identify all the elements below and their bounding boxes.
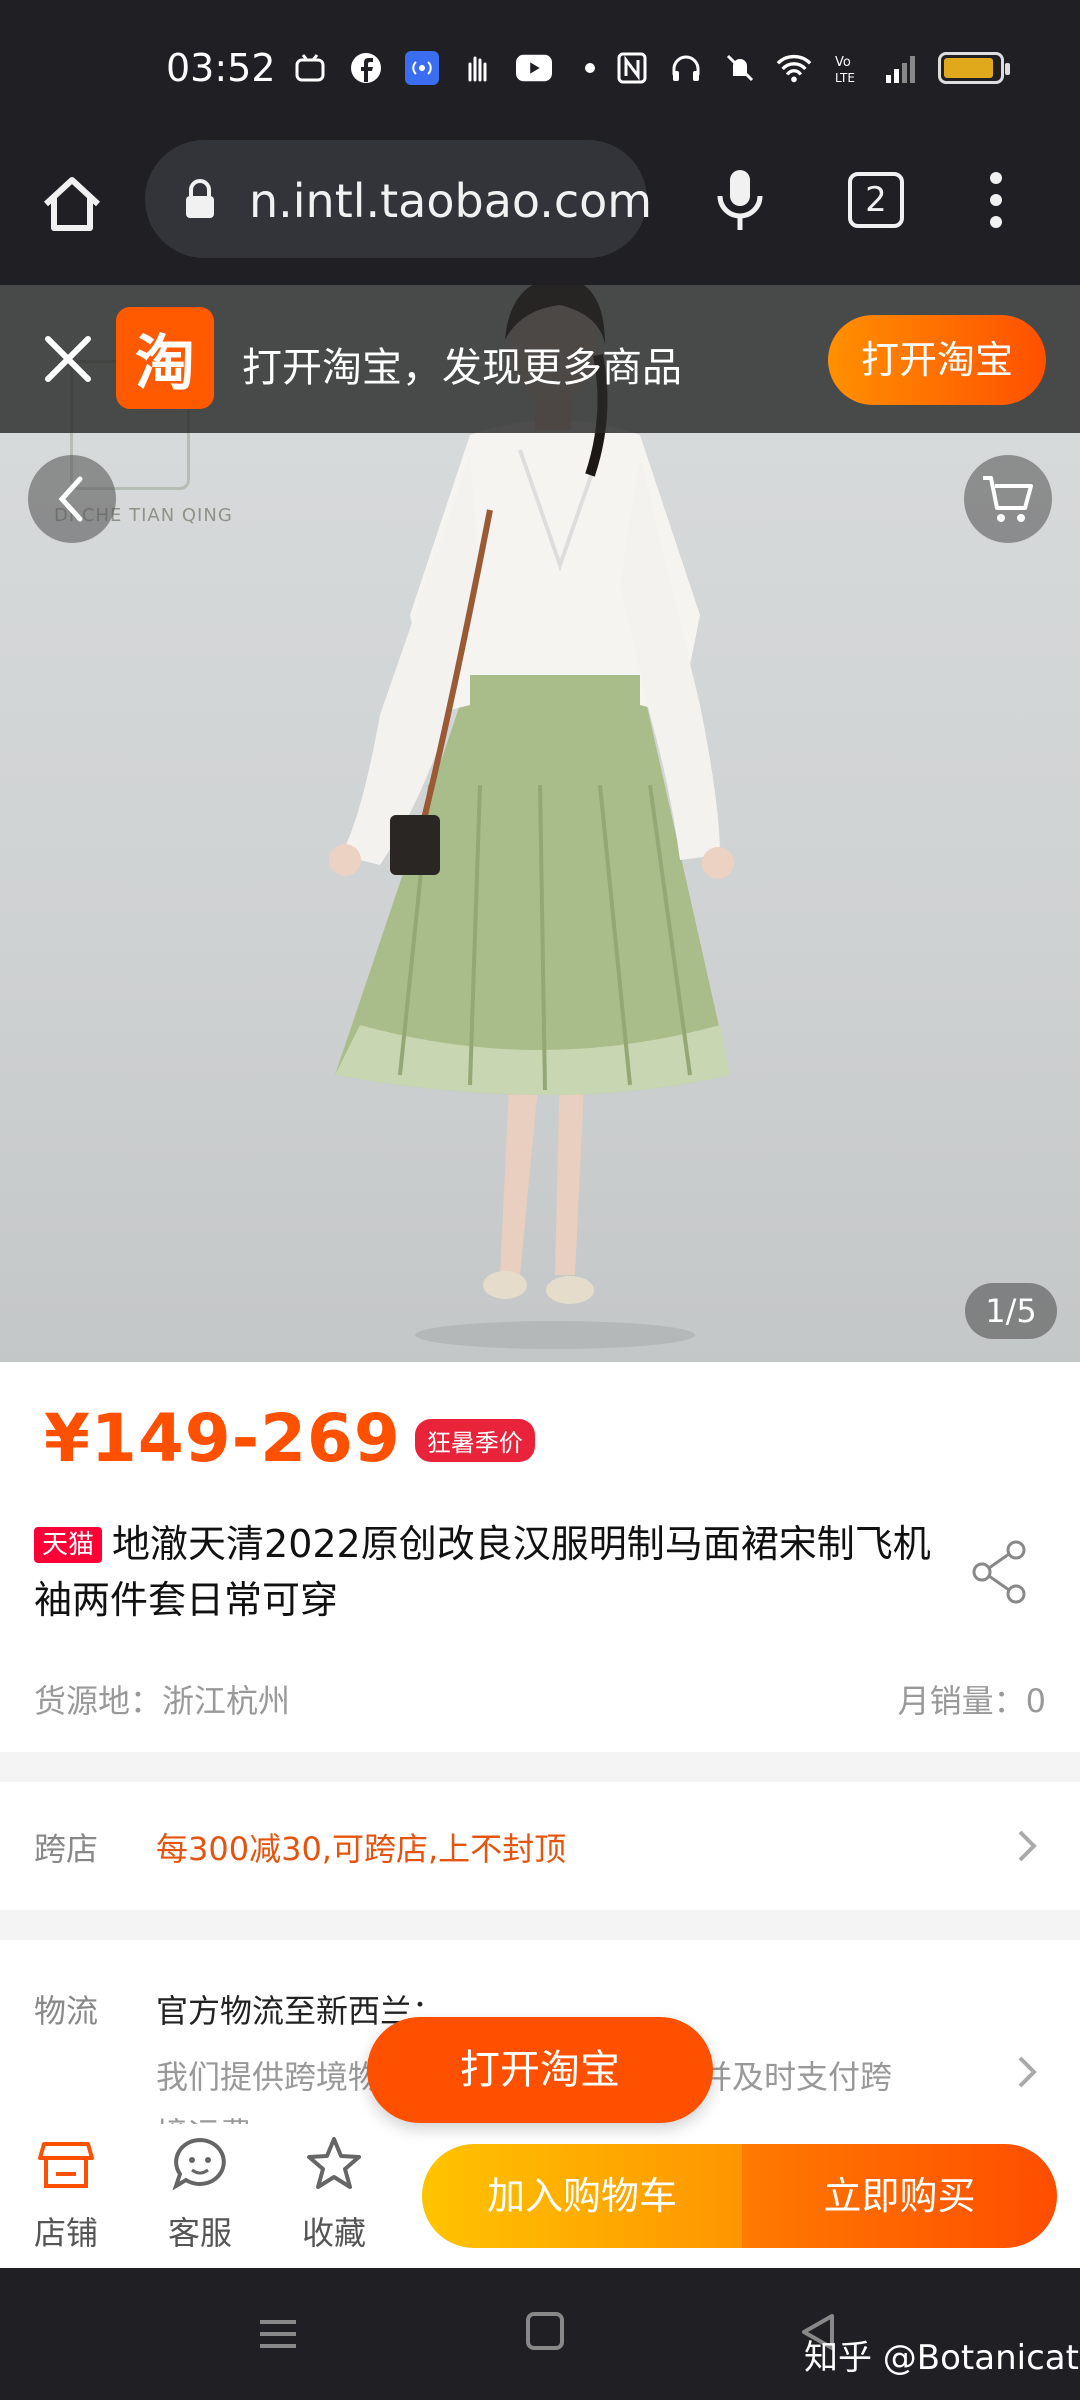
cart-button[interactable] <box>964 455 1052 543</box>
source-watermark: 知乎 @Botanicat <box>804 2338 1079 2378</box>
bottom-action-bar: 店铺 客服 收藏 加入购物车 立即购买 <box>0 2124 1080 2268</box>
back-button[interactable] <box>28 455 116 543</box>
microphone-icon[interactable] <box>712 168 768 232</box>
browser-toolbar: n.intl.taobao.com 2 <box>0 140 1080 285</box>
star-icon <box>307 2137 361 2189</box>
service-button[interactable]: 客服 <box>150 2134 250 2254</box>
taobao-logo: 淘 <box>116 307 214 409</box>
status-bar: 03:52 Vo LTE <box>0 0 1080 140</box>
open-app-banner: 淘 打开淘宝，发现更多商品 打开淘宝 <box>0 285 1080 433</box>
cart-icon <box>983 476 1033 522</box>
chat-icon <box>172 2137 226 2191</box>
product-title: 天猫 地澈天清2022原创改良汉服明制马面裙宋制飞机袖两件套日常可穿 <box>34 1516 954 1628</box>
floating-open-app-button[interactable]: 打开淘宝 <box>367 2017 713 2123</box>
svg-text:Vo: Vo <box>835 55 851 70</box>
product-title-text: 地澈天清2022原创改良汉服明制马面裙宋制飞机袖两件套日常可穿 <box>34 1522 931 1622</box>
origin-text: 货源地：浙江杭州 <box>34 1682 291 1720</box>
price-row: ¥149-269 狂暑季价 <box>44 1400 535 1477</box>
chevron-right-icon <box>1018 1830 1037 1862</box>
add-to-cart-button[interactable]: 加入购物车 <box>422 2144 742 2248</box>
system-nav-bar: 知乎 @Botanicat <box>0 2268 1080 2400</box>
image-counter: 1/5 <box>965 1283 1057 1339</box>
price-badge: 狂暑季价 <box>414 1419 535 1462</box>
banner-open-app-button[interactable]: 打开淘宝 <box>828 315 1046 405</box>
youtube-icon <box>516 50 552 86</box>
recent-apps-icon[interactable] <box>258 2314 298 2354</box>
address-bar[interactable]: n.intl.taobao.com <box>145 140 652 258</box>
facebook-icon <box>348 50 384 86</box>
home-nav-icon[interactable] <box>526 2312 564 2350</box>
more-menu-icon[interactable] <box>984 170 1008 230</box>
buy-now-button[interactable]: 立即购买 <box>742 2144 1057 2248</box>
lock-icon <box>183 178 217 224</box>
monthly-sales: 月销量：0 <box>897 1682 1046 1720</box>
promotion-row[interactable]: 跨店 每300减30,可跨店,上不封顶 <box>0 1782 1080 1910</box>
promotion-label: 跨店 <box>34 1830 99 1868</box>
signal-icon <box>884 50 920 86</box>
chevron-right-icon[interactable] <box>1012 2052 1040 2092</box>
wifi-icon <box>776 50 812 86</box>
broadcast-icon <box>404 50 440 86</box>
banner-text: 打开淘宝，发现更多商品 <box>242 345 682 391</box>
tab-switcher-button[interactable]: 2 <box>848 172 904 228</box>
favorite-label: 收藏 <box>301 2214 366 2252</box>
chevron-left-icon <box>58 476 83 522</box>
close-icon[interactable] <box>40 331 96 387</box>
section-divider <box>0 1910 1080 1940</box>
headphones-icon <box>668 50 704 86</box>
mute-icon <box>722 50 758 86</box>
gesture-icon <box>460 50 496 86</box>
svg-text:LTE: LTE <box>835 71 855 84</box>
battery-icon <box>938 52 1010 84</box>
system-icons: Vo LTE <box>614 50 1010 86</box>
dot-icon <box>572 50 608 86</box>
section-divider <box>0 1752 1080 1782</box>
status-time: 03:52 <box>166 46 276 90</box>
tmall-badge: 天猫 <box>34 1527 103 1563</box>
notification-icons <box>292 50 608 86</box>
shop-button[interactable]: 店铺 <box>16 2134 116 2254</box>
share-icon[interactable] <box>970 1540 1030 1604</box>
promotion-value: 每300减30,可跨店,上不封顶 <box>156 1830 567 1868</box>
shop-label: 店铺 <box>33 2214 98 2252</box>
shop-icon <box>38 2142 94 2188</box>
url-text: n.intl.taobao.com <box>249 174 653 228</box>
volte-icon: Vo LTE <box>830 50 866 86</box>
price: ¥149-269 <box>44 1400 401 1477</box>
favorite-button[interactable]: 收藏 <box>284 2134 384 2254</box>
home-icon[interactable] <box>36 168 108 240</box>
bilibili-icon <box>292 50 328 86</box>
nfc-icon <box>614 50 650 86</box>
service-label: 客服 <box>167 2214 232 2252</box>
logistics-label: 物流 <box>34 1992 99 2030</box>
